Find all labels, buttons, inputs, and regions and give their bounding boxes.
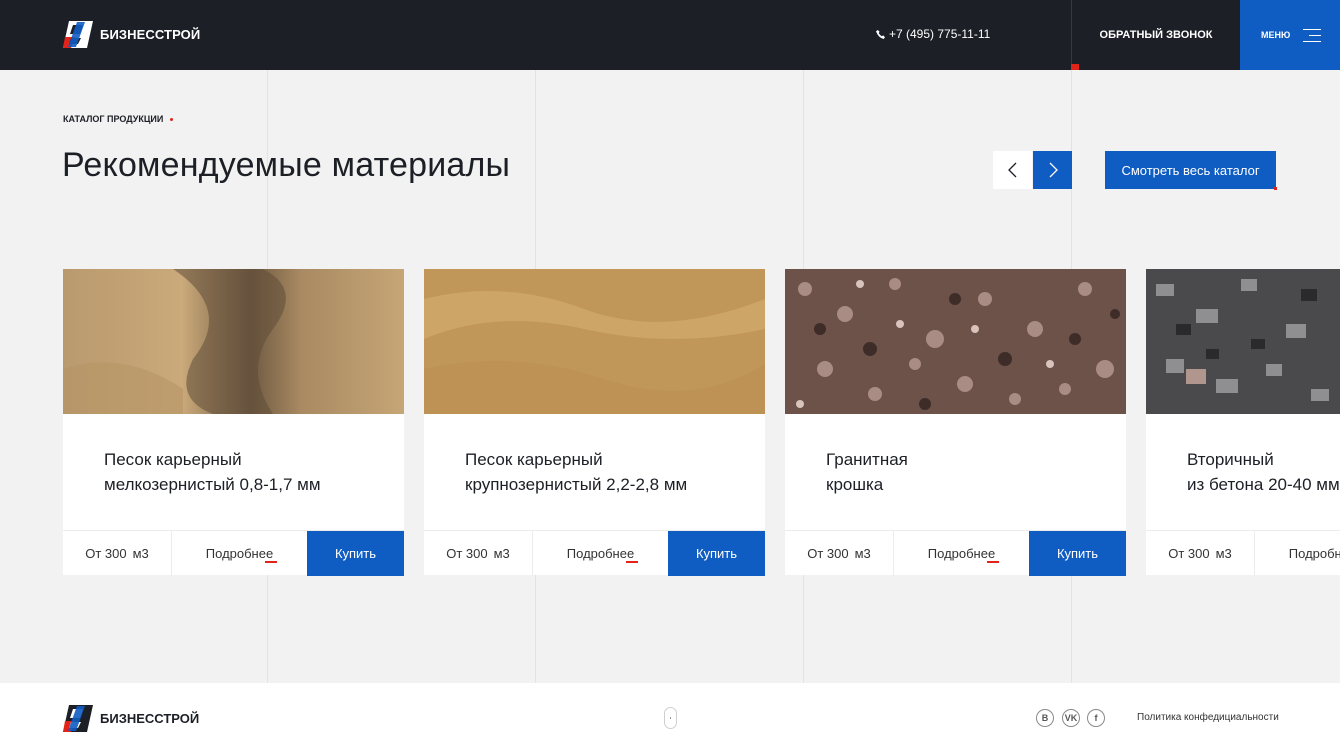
- vk-icon[interactable]: VK: [1062, 709, 1080, 727]
- concrete-rubble-image: [1146, 269, 1340, 414]
- section-kicker: КАТАЛОГ ПРОДУКЦИИ: [63, 114, 174, 124]
- privacy-policy-link[interactable]: Политика конфедициальности: [1137, 712, 1279, 723]
- details-link[interactable]: Подробнее: [172, 531, 307, 576]
- phone-number: +7 (495) 775-11-11: [889, 27, 991, 41]
- product-card[interactable]: Вторичный из бетона 20-40 мм От 300 м3 П…: [1146, 269, 1340, 575]
- burger-icon: [1303, 28, 1322, 42]
- chevron-right-icon: [1049, 162, 1058, 178]
- product-card[interactable]: Песок карьерный крупнозернистый 2,2-2,8 …: [424, 269, 765, 576]
- view-catalog-button[interactable]: Смотреть весь каталог: [1105, 151, 1277, 190]
- price-unit: м3: [1215, 546, 1232, 561]
- footer-logo[interactable]: БИЗНЕССТРОЙ: [63, 705, 199, 732]
- details-underline: [626, 561, 638, 563]
- details-link[interactable]: Подробнее: [533, 531, 668, 576]
- details-label: Подробнее: [566, 546, 635, 561]
- product-card[interactable]: Гранитная крошка От 300 м3 Подробнее Куп…: [785, 269, 1126, 576]
- buy-button[interactable]: Купить: [307, 531, 404, 576]
- slider-next-button[interactable]: [1033, 151, 1072, 189]
- price: От 300 м3: [63, 531, 172, 576]
- brand-logo-icon: [63, 705, 93, 732]
- site-footer: БИЗНЕССТРОЙ В VK f Политика конфедициаль…: [0, 683, 1340, 754]
- price: От 300 м3: [424, 531, 533, 576]
- price-value: От 300: [446, 546, 488, 561]
- facebook-icon[interactable]: f: [1087, 709, 1105, 727]
- product-name[interactable]: Вторичный из бетона 20-40 мм: [1187, 447, 1340, 497]
- brand-name: БИЗНЕССТРОЙ: [100, 27, 201, 42]
- card-footer: От 300 м3 Подробнее Купить: [424, 530, 765, 576]
- granite-chips-image: [785, 269, 1126, 414]
- chevron-left-icon: [1007, 162, 1016, 178]
- buy-button[interactable]: Купить: [668, 531, 765, 576]
- details-underline: [987, 561, 999, 563]
- menu-label: МЕНЮ: [1261, 30, 1291, 40]
- buy-button[interactable]: Купить: [1029, 531, 1126, 576]
- view-catalog-label: Смотреть весь каталог: [1121, 162, 1260, 178]
- details-label: Подробнее: [927, 546, 996, 561]
- callback-button[interactable]: ОБРАТНЫЙ ЗВОНОК: [1072, 0, 1240, 70]
- product-image[interactable]: [1146, 269, 1340, 414]
- brand-logo-icon: [63, 21, 93, 48]
- product-name[interactable]: Песок карьерный крупнозернистый 2,2-2,8 …: [465, 447, 755, 497]
- product-name[interactable]: Гранитная крошка: [826, 447, 1116, 497]
- phone-icon: [876, 29, 885, 39]
- logo[interactable]: БИЗНЕССТРОЙ: [63, 21, 200, 48]
- product-card[interactable]: Песок карьерный мелкозернистый 0,8-1,7 м…: [63, 269, 404, 576]
- details-label: Подробнее: [205, 546, 274, 561]
- fine-sand-image: [63, 269, 404, 414]
- card-footer: От 300 м3 Подробнее Купить: [785, 530, 1126, 576]
- site-header: БИЗНЕССТРОЙ +7 (495) 775-11-11 ОБРАТНЫЙ …: [0, 0, 1340, 70]
- coarse-sand-image: [424, 269, 765, 414]
- price-value: От 300: [1168, 546, 1210, 561]
- card-footer: От 300 м3 Подробнее Купить: [63, 530, 404, 576]
- accent-corner: [1274, 187, 1277, 190]
- product-image[interactable]: [424, 269, 765, 414]
- slider-prev-button[interactable]: [993, 151, 1032, 189]
- price-value: От 300: [807, 546, 849, 561]
- product-image[interactable]: [785, 269, 1126, 414]
- product-name[interactable]: Песок карьерный мелкозернистый 0,8-1,7 м…: [104, 447, 394, 497]
- price-value: От 300: [85, 546, 127, 561]
- price-unit: м3: [132, 546, 149, 561]
- product-image[interactable]: [63, 269, 404, 414]
- kicker-dot: [170, 117, 174, 121]
- details-link[interactable]: Подробнее: [894, 531, 1029, 576]
- page-title: Рекомендуемые материалы: [62, 146, 511, 184]
- kicker-label: КАТАЛОГ ПРОДУКЦИИ: [63, 114, 164, 124]
- card-footer: От 300 м3 Подробнее: [1146, 530, 1340, 575]
- price-unit: м3: [493, 546, 510, 561]
- details-underline: [265, 561, 277, 563]
- menu-button[interactable]: МЕНЮ: [1240, 0, 1340, 70]
- phone-link[interactable]: +7 (495) 775-11-11: [876, 27, 990, 41]
- social-b-icon[interactable]: В: [1036, 709, 1054, 727]
- footer-brand-name: БИЗНЕССТРОЙ: [100, 711, 200, 726]
- scroll-indicator-icon[interactable]: [664, 707, 677, 729]
- details-link[interactable]: Подробнее: [1255, 531, 1340, 575]
- price: От 300 м3: [785, 531, 894, 576]
- price-unit: м3: [854, 546, 871, 561]
- details-label: Подробнее: [1288, 546, 1340, 561]
- price: От 300 м3: [1146, 531, 1255, 575]
